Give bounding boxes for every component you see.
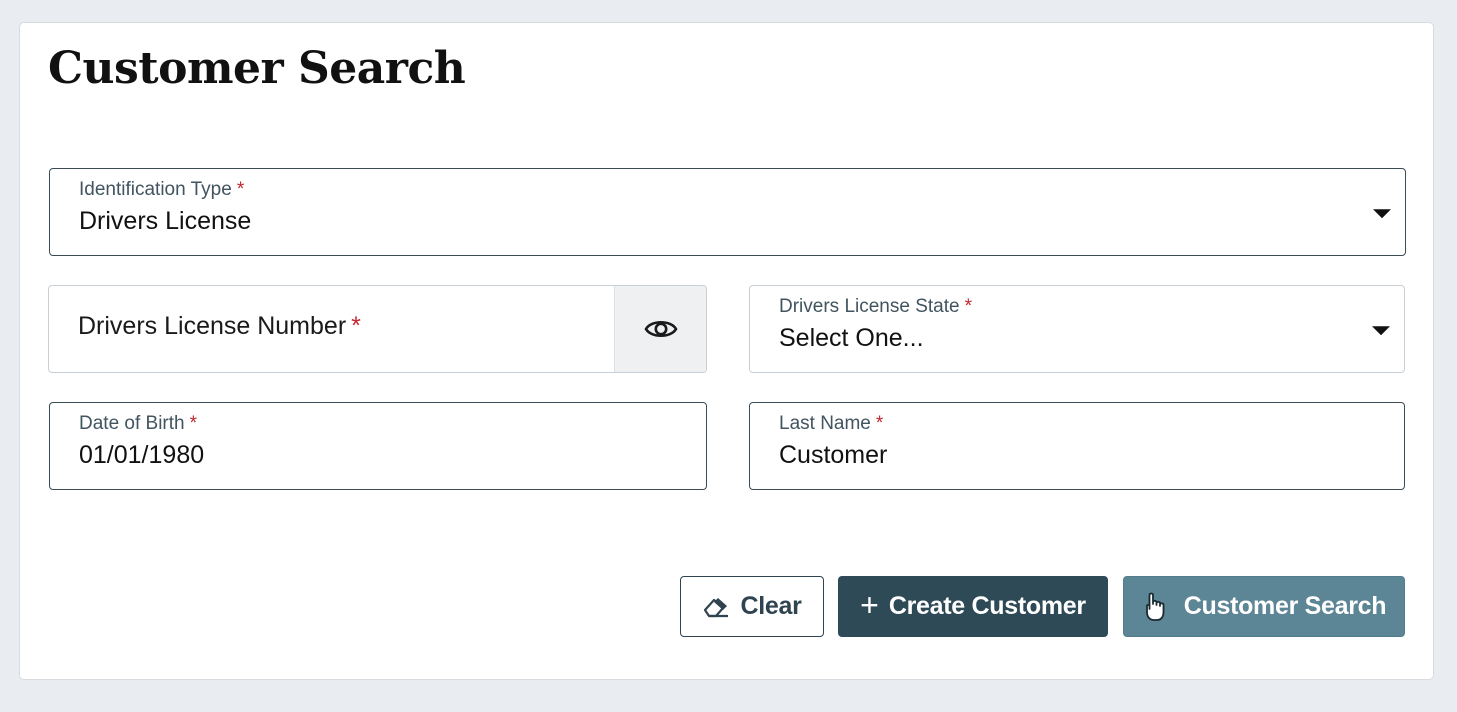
date-of-birth-label: Date of Birth *: [79, 413, 198, 434]
last-name-value: Customer: [779, 441, 888, 469]
customer-search-card: Customer Search Identification Type * Dri…: [19, 22, 1434, 680]
identification-type-label: Identification Type *: [79, 179, 245, 200]
drivers-license-state-value: Select One...: [779, 324, 924, 352]
caret-down-icon: [1372, 326, 1390, 336]
hand-pointer-icon: [1145, 592, 1165, 621]
date-of-birth-value: 01/01/1980: [79, 441, 205, 469]
create-customer-button-label: Create Customer: [888, 592, 1086, 620]
drivers-license-state-label: Drivers License State *: [779, 296, 972, 317]
clear-button-label: Clear: [740, 592, 802, 620]
customer-search-button-label: Customer Search: [1183, 592, 1387, 620]
required-marker: *: [236, 179, 245, 200]
create-customer-button[interactable]: + Create Customer: [838, 576, 1108, 637]
last-name-field[interactable]: Last Name * Customer: [749, 402, 1405, 490]
drivers-license-state-select[interactable]: Drivers License State * Select One...: [749, 285, 1405, 373]
date-of-birth-field[interactable]: Date of Birth * 01/01/1980: [49, 402, 707, 490]
identification-type-value: Drivers License: [79, 207, 252, 235]
required-marker: *: [964, 296, 972, 317]
last-name-label: Last Name *: [779, 413, 884, 434]
plus-icon: +: [860, 587, 879, 623]
required-marker: *: [875, 413, 884, 434]
page-title: Customer Search: [48, 43, 466, 94]
drivers-license-number-label: Drivers License Number *: [78, 312, 361, 340]
show-hide-toggle-button[interactable]: [614, 286, 706, 372]
drivers-license-number-field[interactable]: Drivers License Number *: [48, 285, 707, 373]
identification-type-select[interactable]: Identification Type * Drivers License: [49, 168, 1406, 256]
customer-search-button[interactable]: Customer Search: [1123, 576, 1405, 637]
caret-down-icon: [1373, 209, 1391, 219]
required-marker: *: [351, 312, 361, 340]
eraser-icon: [704, 597, 729, 617]
required-marker: *: [189, 413, 198, 434]
clear-button[interactable]: Clear: [680, 576, 824, 637]
eye-icon: [644, 320, 677, 338]
